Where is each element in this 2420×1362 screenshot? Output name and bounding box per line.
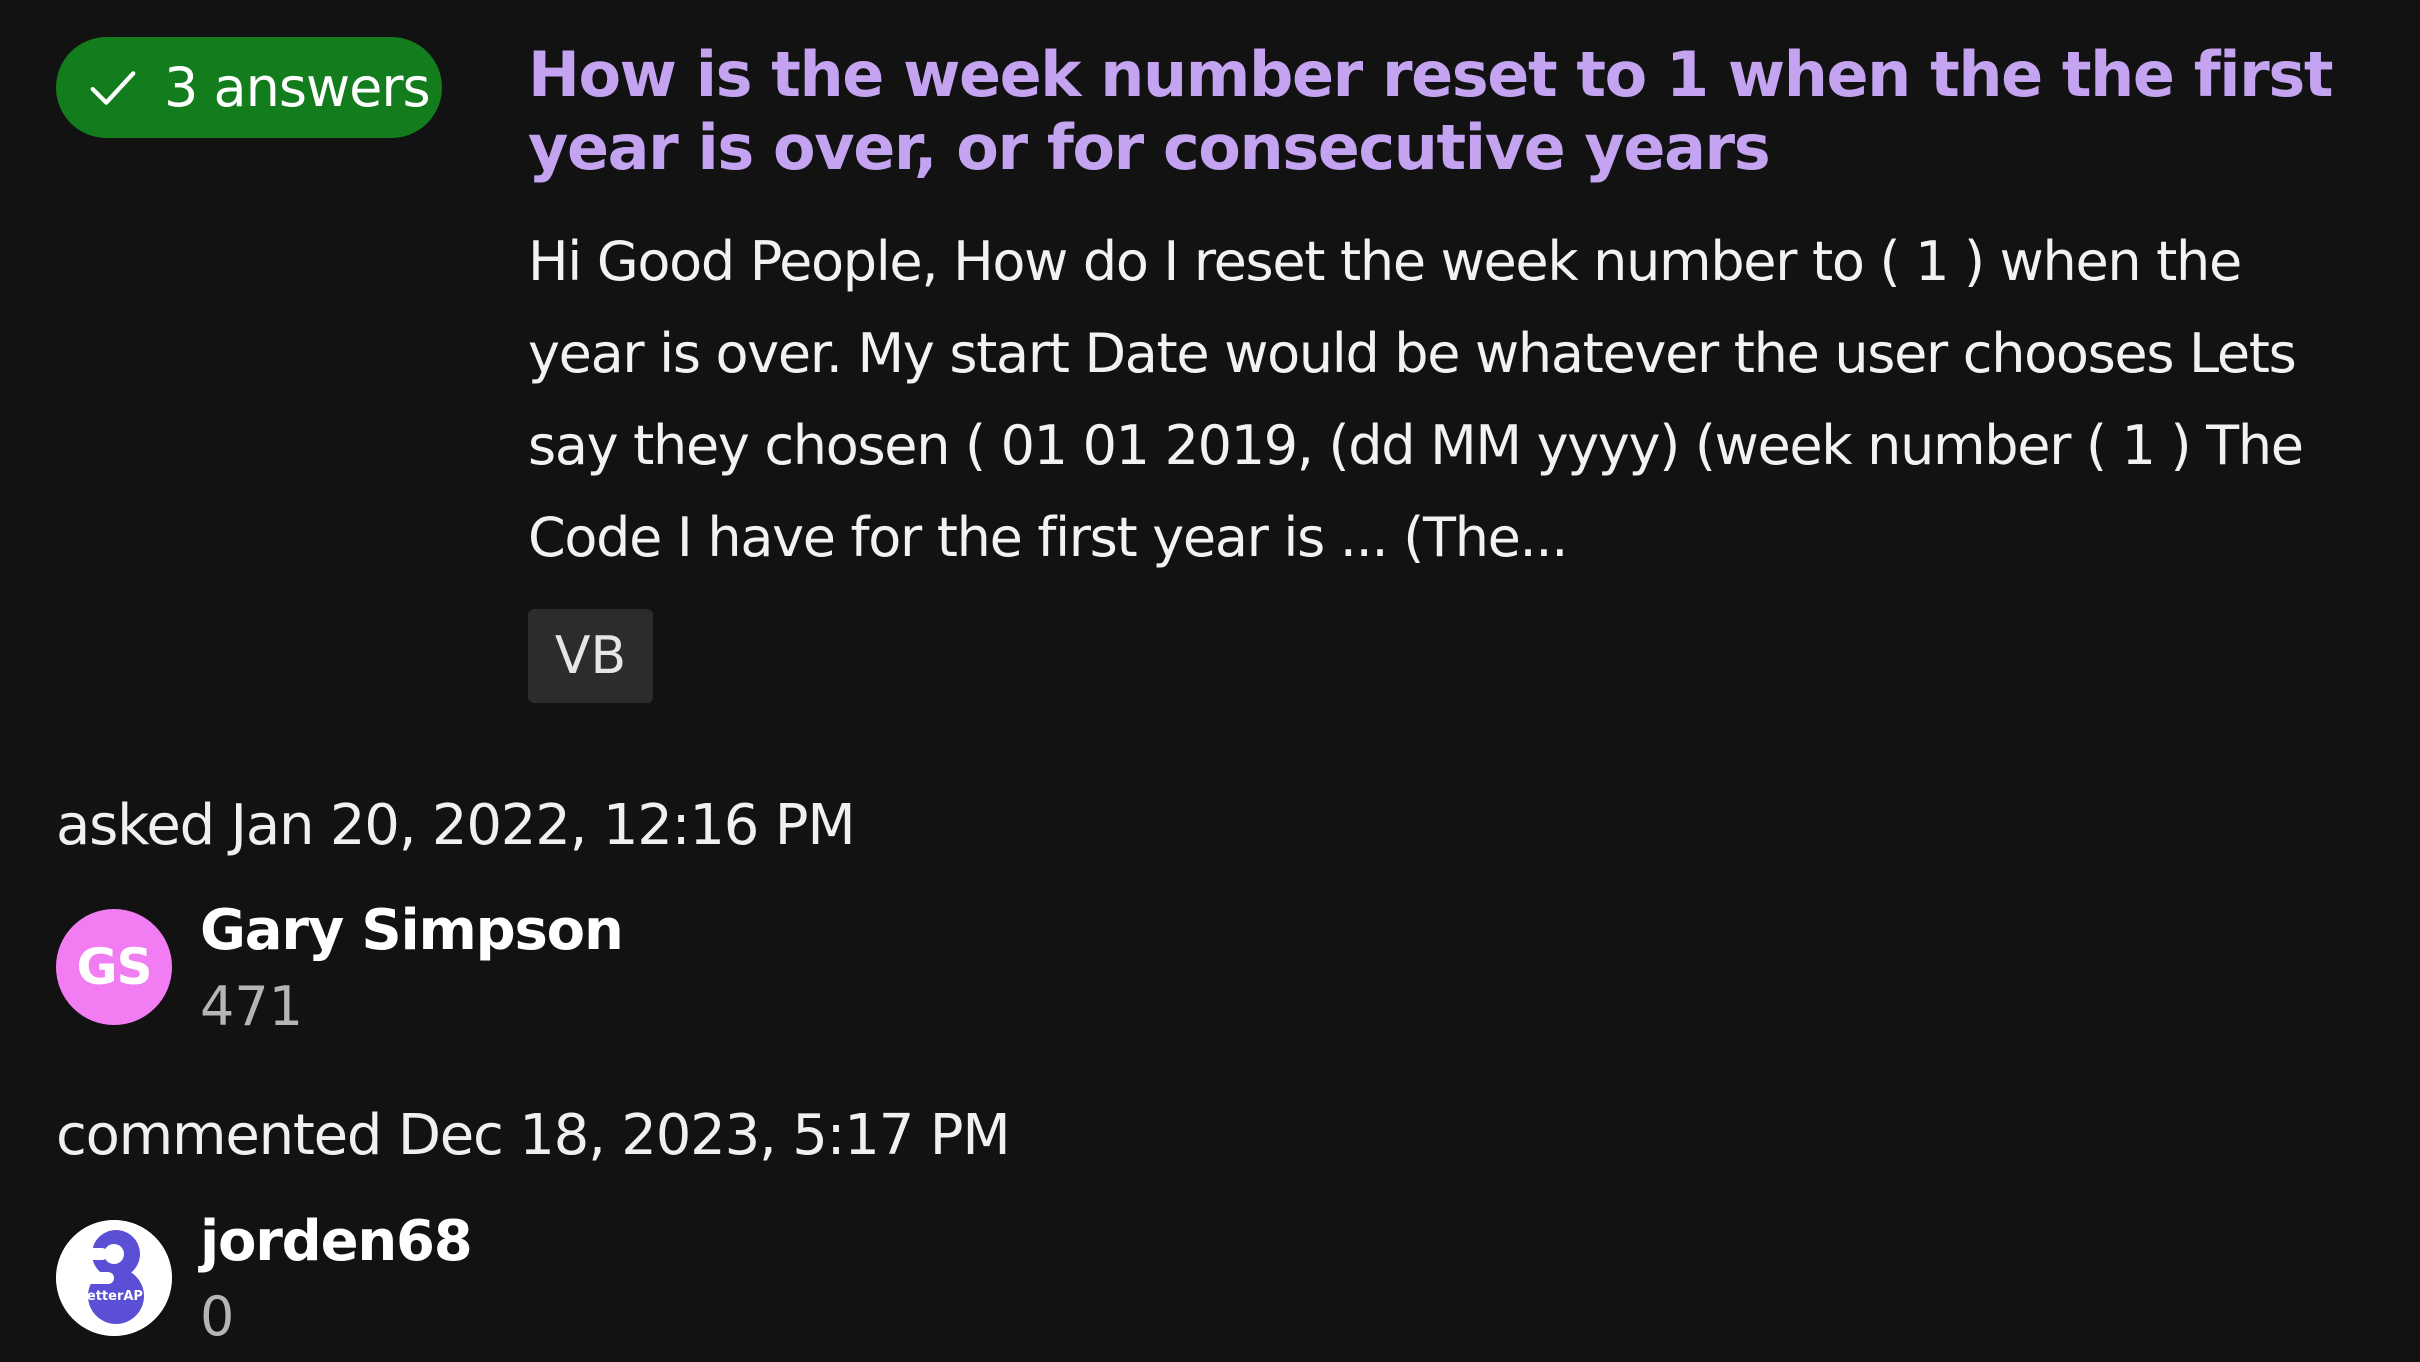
- answers-count: 3 answers: [164, 56, 431, 119]
- asked-timestamp: asked Jan 20, 2022, 12:16 PM: [56, 793, 856, 858]
- checkmark-icon: [90, 70, 136, 105]
- avatar-gary-simpson[interactable]: GS: [56, 909, 172, 1025]
- user-reputation: 471: [200, 975, 304, 1038]
- avatar-logo-text: BetterAPK: [77, 1289, 154, 1304]
- user-name-gary-simpson[interactable]: Gary Simpson: [200, 898, 624, 963]
- question-card: 3 answers How is the week number reset t…: [0, 0, 2420, 1362]
- betterapk-logo-icon: BetterAPK: [56, 1220, 172, 1336]
- question-excerpt: Hi Good People, How do I reset the week …: [528, 230, 2304, 569]
- user-name-jorden68[interactable]: jorden68: [200, 1209, 473, 1274]
- avatar-initials: GS: [76, 938, 152, 996]
- user-reputation: 0: [200, 1285, 235, 1348]
- commented-timestamp: commented Dec 18, 2023, 5:17 PM: [56, 1103, 1011, 1168]
- tag-vb[interactable]: VB: [528, 609, 653, 703]
- answers-badge: 3 answers: [56, 37, 442, 138]
- question-title-link[interactable]: How is the week number reset to 1 when t…: [528, 38, 2368, 184]
- avatar-jorden68[interactable]: BetterAPK: [56, 1220, 172, 1336]
